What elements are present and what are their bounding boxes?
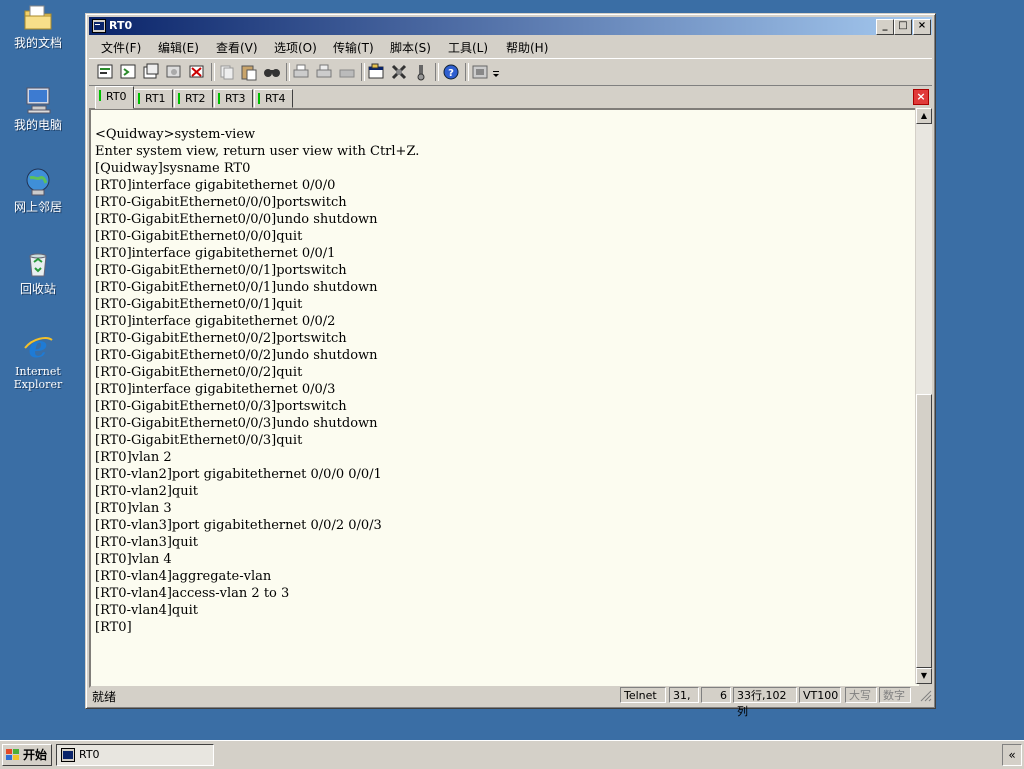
disconnect-icon[interactable] <box>187 62 207 82</box>
app-icon <box>92 19 106 33</box>
folder-documents-icon <box>24 5 52 30</box>
connect-icon[interactable] <box>164 62 184 82</box>
status-protocol: Telnet <box>620 687 666 703</box>
status-size: 33行,102列 <box>733 687 797 718</box>
app-icon <box>61 748 75 762</box>
status-row: 31, <box>669 687 699 703</box>
status-emulation: VT100 <box>799 687 841 703</box>
toolbar-separator <box>361 63 365 81</box>
toolbar-chevron-icon[interactable] <box>491 62 501 82</box>
open-session-icon[interactable] <box>118 62 138 82</box>
desktop-icon-label: Internet Explorer <box>13 365 63 391</box>
tab-rt4[interactable]: RT4 <box>254 89 293 108</box>
taskbar-item-label: RT0 <box>79 748 100 761</box>
terminal-area[interactable]: <Quidway>system-view Enter system view, … <box>89 108 921 688</box>
tray-expand-button[interactable]: « <box>1002 744 1022 766</box>
keymap-icon[interactable] <box>411 62 431 82</box>
tab-rt3[interactable]: RT3 <box>214 89 253 108</box>
internet-explorer-icon: e <box>24 330 53 362</box>
scroll-down-icon[interactable]: ▼ <box>916 668 932 684</box>
recycle-bin-icon <box>29 253 47 277</box>
menu-options[interactable]: 选项(O) <box>274 39 317 56</box>
resize-grip-icon[interactable] <box>920 690 932 702</box>
tab-status-icon <box>218 93 220 104</box>
toolbar-separator <box>465 63 469 81</box>
menu-help[interactable]: 帮助(H) <box>506 39 548 56</box>
network-icon <box>26 168 50 196</box>
toolbar-separator <box>435 63 439 81</box>
session-tab-bar: RT0 RT1 RT2 RT3 RT4 × <box>89 86 932 109</box>
start-button[interactable]: 开始 <box>2 744 52 766</box>
help-icon[interactable]: ? <box>441 62 461 82</box>
desktop-icon-recycle-bin[interactable]: 回收站 <box>6 248 70 296</box>
tab-label: RT0 <box>106 90 127 103</box>
taskbar: 开始 RT0 « <box>0 740 1024 769</box>
tab-status-icon <box>258 93 260 104</box>
terminal-output: <Quidway>system-view Enter system view, … <box>95 127 420 635</box>
svg-text:?: ? <box>448 68 454 79</box>
menu-tools[interactable]: 工具(L) <box>448 39 488 56</box>
windows-logo-icon <box>6 749 19 760</box>
menu-file[interactable]: 文件(F) <box>101 39 141 56</box>
toolbar-separator <box>286 63 290 81</box>
scroll-up-icon[interactable]: ▲ <box>916 108 932 124</box>
close-button[interactable]: × <box>913 19 931 35</box>
status-bar: 就绪 Telnet 31, 6 33行,102列 VT100 大写 数字 <box>89 686 932 718</box>
tab-label: RT1 <box>145 92 166 105</box>
tab-status-icon <box>178 93 180 104</box>
desktop-icon-label: 回收站 <box>19 282 56 296</box>
scrollbar-track[interactable] <box>916 124 930 394</box>
tab-status-icon <box>138 93 140 104</box>
desktop-icon-my-computer[interactable]: 我的电脑 <box>6 84 70 132</box>
print-icon[interactable] <box>291 62 311 82</box>
computer-icon <box>26 87 51 114</box>
settings-icon[interactable] <box>470 62 490 82</box>
copy-icon[interactable] <box>217 62 237 82</box>
tab-rt0[interactable]: RT0 <box>95 86 134 109</box>
title-bar[interactable]: RT0 _ □ × <box>89 17 932 35</box>
start-label: 开始 <box>23 748 48 762</box>
menu-script[interactable]: 脚本(S) <box>390 39 431 56</box>
find-icon[interactable] <box>262 62 282 82</box>
copy-session-icon[interactable] <box>141 62 161 82</box>
desktop-icon-label: 我的电脑 <box>13 118 62 132</box>
tab-label: RT3 <box>225 92 246 105</box>
desktop-icon-label: 网上邻居 <box>13 200 62 214</box>
status-caps: 大写 <box>845 687 877 703</box>
session-options-icon[interactable] <box>366 62 386 82</box>
new-session-icon[interactable] <box>95 62 115 82</box>
tab-label: RT4 <box>265 92 286 105</box>
print-setup-icon[interactable] <box>314 62 334 82</box>
toolbar-separator <box>211 63 215 81</box>
status-col: 6 <box>701 687 731 703</box>
tab-rt2[interactable]: RT2 <box>174 89 213 108</box>
maximize-button[interactable]: □ <box>894 19 912 35</box>
taskbar-item-rt0[interactable]: RT0 <box>56 744 214 766</box>
menu-view[interactable]: 查看(V) <box>216 39 258 56</box>
menu-bar: 文件(F) 编辑(E) 查看(V) 选项(O) 传输(T) 脚本(S) 工具(L… <box>89 36 932 56</box>
print-preview-icon[interactable] <box>337 62 357 82</box>
tab-status-icon <box>99 90 101 101</box>
scrollbar-thumb[interactable] <box>916 394 932 668</box>
tab-rt1[interactable]: RT1 <box>134 89 173 108</box>
global-options-icon[interactable] <box>389 62 409 82</box>
minimize-button[interactable]: _ <box>876 19 894 35</box>
desktop-icon-label: 我的文档 <box>13 36 62 50</box>
desktop-icon-network[interactable]: 网上邻居 <box>6 166 70 214</box>
svg-text:e: e <box>28 330 47 362</box>
tab-label: RT2 <box>185 92 206 105</box>
close-tab-icon[interactable]: × <box>913 89 929 105</box>
status-ready: 就绪 <box>92 690 117 704</box>
vertical-scrollbar[interactable]: ▲ ▼ <box>915 108 932 684</box>
status-num: 数字 <box>879 687 911 703</box>
paste-icon[interactable] <box>239 62 259 82</box>
desktop-icon-internet-explorer[interactable]: e Internet Explorer <box>6 330 70 391</box>
terminal-window: RT0 _ □ × 文件(F) 编辑(E) 查看(V) 选项(O) 传输(T) … <box>85 13 936 718</box>
desktop-icon-my-documents[interactable]: 我的文档 <box>6 2 70 50</box>
menu-edit[interactable]: 编辑(E) <box>158 39 199 56</box>
window-title: RT0 <box>109 19 133 32</box>
menu-transfer[interactable]: 传输(T) <box>333 39 374 56</box>
toolbar: ? <box>89 58 932 86</box>
